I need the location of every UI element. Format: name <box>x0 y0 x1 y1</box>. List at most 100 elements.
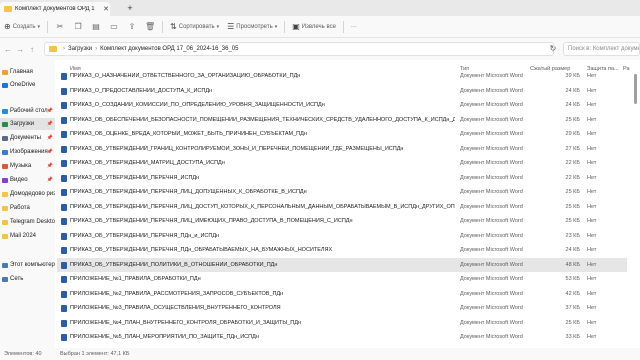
sidebar-item[interactable]: Telegram Desktop <box>0 216 55 228</box>
word-doc-icon <box>61 247 67 254</box>
file-size: 29 КБ <box>565 131 580 137</box>
delete-icon[interactable]: 🗑 <box>141 19 159 35</box>
file-type: Документ Microsoft Word <box>460 305 523 311</box>
file-size: 48 КБ <box>565 261 580 268</box>
file-size: 25 КБ <box>565 116 580 123</box>
file-protection: Нет <box>587 203 597 210</box>
sidebar-item[interactable]: Работа <box>0 202 55 214</box>
file-list: Имя Тип Сжатый размер Защита па... Ра ПР… <box>57 60 640 348</box>
sidebar-item[interactable]: Mail 2024 <box>0 230 55 242</box>
sidebar-item[interactable]: Загрузки 📌 <box>0 118 55 130</box>
table-row[interactable]: ПРИКАЗ_ОБ_УТВЕРЖДЕНИИ_ПЕРЕЧНЯ_ПДн_и_ИСПД… <box>57 229 627 244</box>
file-size: 24 КБ <box>565 102 580 108</box>
file-name: ПРИЛОЖЕНИЕ_№5_ПЛАН_МЕРОПРИЯТИЙ_ПО_ЗАЩИТЕ… <box>70 334 259 340</box>
extract-all-button[interactable]: ▣ Извлечь все <box>288 19 340 35</box>
table-row[interactable]: ПРИКАЗ_ОБ_ОБЕСПЕЧЕНИИ_БЕЗОПАСНОСТИ_ПОМЕЩ… <box>57 113 627 128</box>
word-doc-icon <box>61 334 67 341</box>
folder-icon <box>2 108 8 114</box>
tab-active[interactable]: Комплект документов ОРД 1 ✕ <box>0 2 110 16</box>
folder-icon <box>2 82 8 88</box>
breadcrumb-current[interactable]: Комплект документов ОРД 17_06_2024-16_36… <box>100 46 238 52</box>
file-type: Документ Microsoft Word <box>460 203 523 210</box>
refresh-icon[interactable]: ↻ <box>546 42 560 56</box>
file-type: Документ Microsoft Word <box>460 87 523 94</box>
word-doc-icon <box>61 116 67 124</box>
table-row[interactable]: ПРИКАЗ_ОБ_УТВЕРЖДЕНИИ_ПОЛИТИКИ_В_ОТНОШЕН… <box>57 257 627 272</box>
copy-icon[interactable]: ❐ <box>69 19 87 35</box>
sidebar-item[interactable]: Сеть <box>0 273 55 285</box>
table-row[interactable]: ПРИКАЗ_ОБ_ОЦЕНКЕ_ВРЕДА_КОТОРЫЙ_МОЖЕТ_БЫТ… <box>57 127 627 142</box>
table-row[interactable]: ПРИЛОЖЕНИЕ_№5_ПЛАН_МЕРОПРИЯТИЙ_ПО_ЗАЩИТЕ… <box>57 330 627 345</box>
sort-button[interactable]: ⇅ Сортировать ▾ <box>166 19 223 35</box>
table-row[interactable]: ПРИКАЗ_ОБ_УТВЕРЖДЕНИИ_ПЕРЕЧНЯ_ИСПДн Докум… <box>57 171 627 186</box>
sidebar-item-label: Изображения <box>10 149 48 155</box>
sidebar-item[interactable]: Домодедово риэ <box>0 188 55 200</box>
word-doc-icon <box>61 319 67 327</box>
navigation-pane: Главная OneDrive Рабочий стол 📌 Загрузки 📌 Док… <box>0 60 55 348</box>
table-row[interactable]: ПРИКАЗ_О_СОЗДАНИИ_КОМИССИИ_ПО_ОПРЕДЕЛЕНИ… <box>57 98 627 113</box>
rename-icon[interactable]: ▭ <box>105 19 123 35</box>
sidebar-item[interactable]: Этот компьютер <box>0 259 55 271</box>
new-tab-button[interactable]: + <box>125 3 135 13</box>
file-size: 25 КБ <box>565 319 580 326</box>
sidebar-item[interactable]: Рабочий стол 📌 <box>0 105 55 117</box>
forward-arrow-icon[interactable]: → <box>14 45 26 54</box>
scroll-thumb[interactable] <box>634 74 637 104</box>
folder-icon <box>2 262 8 268</box>
file-protection: Нет <box>587 116 597 123</box>
tab-title: Комплект документов ОРД 1 <box>15 6 95 12</box>
divider <box>47 20 49 33</box>
vertical-scrollbar[interactable] <box>633 62 638 344</box>
file-protection: Нет <box>587 160 597 166</box>
sidebar-item-label: Mail 2024 <box>10 233 37 239</box>
table-row[interactable]: ПРИКАЗ_ОБ_УТВЕРЖДЕНИИ_ПЕРЕЧНЯ_ЛИЦ_ДОСТУП… <box>57 200 627 215</box>
chevron-right-icon: › <box>95 46 98 52</box>
sidebar-item[interactable]: Изображения 📌 <box>0 146 55 158</box>
sidebar-item[interactable]: Документы 📌 <box>0 132 55 144</box>
file-type: Документ Microsoft Word <box>460 261 523 268</box>
word-doc-icon <box>61 174 67 182</box>
sidebar-item[interactable]: Главная <box>0 66 55 78</box>
table-row[interactable]: ПРИЛОЖЕНИЕ_№1_ПРАВИЛА_ОБРАБОТКИ_ПДн Докум… <box>57 272 627 287</box>
pin-icon: 📌 <box>46 163 53 169</box>
plus-circle-icon: ⊕ <box>4 22 11 31</box>
sort-icon: ⇅ <box>170 22 177 31</box>
paste-icon[interactable]: ▤ <box>87 19 105 35</box>
sidebar-item[interactable]: Видео 📌 <box>0 174 55 186</box>
table-row[interactable]: ПРИКАЗ_О_ПРЕДОСТАВЛЕНИИ_ДОСТУПА_К_ИСПДн Д… <box>57 84 627 99</box>
folder-icon <box>2 191 8 197</box>
address-bar[interactable]: › Загрузки › Комплект документов ОРД 17_… <box>44 42 554 56</box>
sidebar-item[interactable]: Музыка 📌 <box>0 160 55 172</box>
sidebar-item-label: Документы <box>10 135 41 141</box>
file-name: ПРИКАЗ_ОБ_УТВЕРЖДЕНИИ_ПЕРЕЧНЯ_ПДн_ОБРАБА… <box>70 247 333 253</box>
more-options-button[interactable]: ··· <box>347 19 361 35</box>
table-row[interactable]: ПРИЛОЖЕНИЕ_№2_ПРАВИЛА_РАССМОТРЕНИЯ_ЗАПРО… <box>57 287 627 302</box>
table-row[interactable]: ПРИКАЗ_ОБ_УТВЕРЖДЕНИИ_ПЕРЕЧНЯ_ЛИЦ_ДОПУЩЕ… <box>57 185 627 200</box>
sidebar-item[interactable]: OneDrive <box>0 79 55 91</box>
back-arrow-icon[interactable]: ← <box>2 45 14 54</box>
up-arrow-icon[interactable]: ↑ <box>26 45 38 54</box>
table-row[interactable]: ПРИКАЗ_ОБ_УТВЕРЖДЕНИИ_ПЕРЕЧНЯ_ЛИЦ_ИМЕЮЩИ… <box>57 214 627 229</box>
cut-icon[interactable]: ✂ <box>51 19 69 35</box>
file-size: 22 КБ <box>565 160 580 166</box>
word-doc-icon <box>61 290 67 298</box>
table-row[interactable]: ПРИКАЗ_О_НАЗНАЧЕНИИ_ОТВЕТСТВЕННОГО_ЗА_ОР… <box>57 69 627 84</box>
search-input[interactable]: Поиск в: Комплект докумен <box>563 42 640 56</box>
breadcrumb-downloads[interactable]: Загрузки <box>68 46 92 52</box>
create-button[interactable]: ⊕ Создать ▾ <box>0 19 44 35</box>
table-row[interactable]: ПРИКАЗ_ОБ_УТВЕРЖДЕНИИ_ПЕРЕЧНЯ_ПДн_ОБРАБА… <box>57 243 627 258</box>
word-doc-icon <box>61 145 67 153</box>
table-row[interactable]: ПРИКАЗ_ОБ_УТВЕРЖДЕНИИ_МАТРИЦ_ДОСТУПА_ИСП… <box>57 156 627 171</box>
folder-icon <box>2 149 8 155</box>
file-type: Документ Microsoft Word <box>460 102 523 108</box>
word-doc-icon <box>61 73 67 80</box>
file-size: 53 КБ <box>565 276 580 282</box>
table-row[interactable]: ПРИЛОЖЕНИЕ_№3_ПРАВИЛА_ОСУЩЕСТВЛЕНИЯ_ВНУТ… <box>57 301 627 316</box>
file-protection: Нет <box>587 232 597 239</box>
view-button[interactable]: ☰ Просмотреть ▾ <box>223 19 281 35</box>
share-icon[interactable]: ⇪ <box>123 19 141 35</box>
table-row[interactable]: ПРИЛОЖЕНИЕ_№4_ПЛАН_ВНУТРЕННЕГО_КОНТРОЛЯ_… <box>57 316 627 331</box>
file-type: Документ Microsoft Word <box>460 334 523 340</box>
table-row[interactable]: ПРИКАЗ_ОБ_УТВЕРЖДЕНИИ_ГРАНИЦ_КОНТРОЛИРУЕ… <box>57 142 627 157</box>
close-icon[interactable]: ✕ <box>102 5 110 13</box>
